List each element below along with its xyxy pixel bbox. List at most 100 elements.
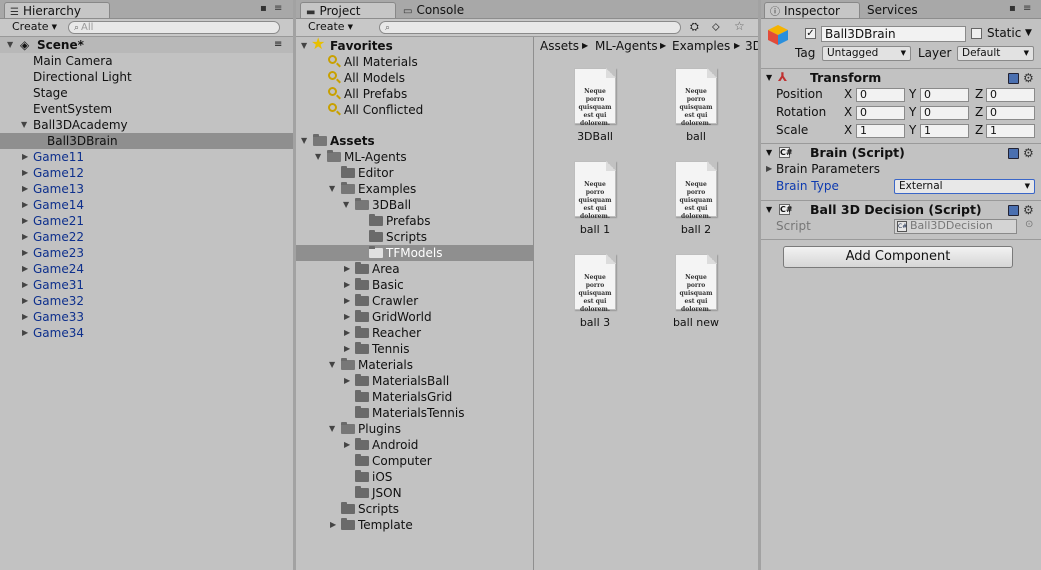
hierarchy-item[interactable]: ▼ Ball3DAcademy: [0, 117, 293, 133]
pane-divider[interactable]: [533, 37, 534, 570]
hierarchy-item-prefab[interactable]: ▶ Game12: [0, 165, 293, 181]
tree-item-crawler[interactable]: ▶ Crawler: [296, 293, 533, 309]
tree-item-examples[interactable]: ▼ Examples: [296, 181, 533, 197]
collapse-triangle-icon[interactable]: ▶: [22, 165, 28, 181]
transform-header[interactable]: ▼ ⅄ Transform ⚙: [761, 68, 1041, 87]
collapse-triangle-icon[interactable]: ▶: [22, 325, 28, 341]
hierarchy-item-prefab[interactable]: ▶ Game32: [0, 293, 293, 309]
expand-triangle-icon[interactable]: ▼: [329, 357, 335, 373]
decision-script-header[interactable]: ▼ C# Ball 3D Decision (Script) ⚙: [761, 200, 1041, 219]
static-checkbox[interactable]: [971, 28, 982, 39]
breadcrumb-item[interactable]: Examples: [672, 37, 730, 55]
favorites-header[interactable]: ▼ ★ Favorites: [296, 36, 533, 54]
tree-item-materials-tennis[interactable]: MaterialsTennis: [296, 405, 533, 421]
rotation-x-field[interactable]: 0: [856, 106, 905, 120]
component-enabled-checkbox[interactable]: C#: [779, 204, 793, 215]
hierarchy-item-prefab[interactable]: ▶ Game21: [0, 213, 293, 229]
create-button[interactable]: Create ▼: [304, 20, 357, 34]
expand-triangle-icon[interactable]: ▼: [329, 181, 335, 197]
expand-triangle-icon[interactable]: ▼: [766, 69, 772, 87]
scale-x-field[interactable]: 1: [856, 124, 905, 138]
collapse-triangle-icon[interactable]: ▶: [330, 517, 336, 533]
collapse-triangle-icon[interactable]: ▶: [344, 341, 350, 357]
search-by-label-icon[interactable]: ⬦: [712, 20, 720, 34]
scene-menu-icon[interactable]: ≡: [274, 37, 282, 53]
favorites-item[interactable]: All Models: [296, 70, 533, 86]
hierarchy-item-prefab[interactable]: ▶ Game11: [0, 149, 293, 165]
scale-z-field[interactable]: 1: [986, 124, 1035, 138]
tab-console[interactable]: ▭ Console: [398, 2, 488, 18]
static-dropdown-icon[interactable]: ▼: [1025, 28, 1032, 38]
expand-triangle-icon[interactable]: ▼: [7, 37, 13, 53]
help-book-icon[interactable]: [1008, 205, 1019, 216]
lock-menu-icon[interactable]: ▪ ≡: [1009, 3, 1033, 14]
collapse-triangle-icon[interactable]: ▶: [22, 261, 28, 277]
tab-project[interactable]: ▬ Project: [300, 2, 396, 18]
collapse-triangle-icon[interactable]: ▶: [344, 437, 350, 453]
breadcrumb-item[interactable]: ML-Agents: [595, 37, 658, 55]
tree-item-assets[interactable]: ▼ Assets: [296, 133, 533, 149]
expand-triangle-icon[interactable]: ▼: [301, 133, 307, 149]
rotation-z-field[interactable]: 0: [986, 106, 1035, 120]
hierarchy-item-prefab[interactable]: ▶ Game34: [0, 325, 293, 341]
collapse-triangle-icon[interactable]: ▶: [22, 245, 28, 261]
expand-triangle-icon[interactable]: ▼: [21, 117, 27, 133]
tree-item-reacher[interactable]: ▶ Reacher: [296, 325, 533, 341]
asset-item[interactable]: Neque porro quisquam est qui dolorem. 3D…: [555, 68, 635, 143]
hierarchy-item[interactable]: Main Camera: [0, 53, 293, 69]
collapse-triangle-icon[interactable]: ▶: [22, 181, 28, 197]
hierarchy-item-selected[interactable]: Ball3DBrain: [0, 133, 293, 149]
create-button[interactable]: Create ▼: [8, 20, 61, 34]
tree-item-area[interactable]: ▶ Area: [296, 261, 533, 277]
tree-item-android[interactable]: ▶ Android: [296, 437, 533, 453]
hierarchy-item-prefab[interactable]: ▶ Game23: [0, 245, 293, 261]
expand-triangle-icon[interactable]: ▼: [301, 38, 307, 54]
collapse-triangle-icon[interactable]: ▶: [22, 229, 28, 245]
lock-menu-icon[interactable]: ▪ ≡: [260, 3, 284, 14]
expand-triangle-icon[interactable]: ▼: [766, 201, 772, 219]
help-book-icon[interactable]: [1008, 148, 1019, 159]
layer-dropdown[interactable]: Default ▼: [957, 46, 1034, 61]
hierarchy-item[interactable]: EventSystem: [0, 101, 293, 117]
hierarchy-item[interactable]: Stage: [0, 85, 293, 101]
hierarchy-item[interactable]: Directional Light: [0, 69, 293, 85]
tree-item-editor[interactable]: Editor: [296, 165, 533, 181]
position-y-field[interactable]: 0: [920, 88, 969, 102]
tree-item-materials-ball[interactable]: ▶ MaterialsBall: [296, 373, 533, 389]
component-enabled-checkbox[interactable]: C#: [779, 147, 793, 158]
collapse-triangle-icon[interactable]: ▶: [22, 149, 28, 165]
collapse-triangle-icon[interactable]: ▶: [344, 325, 350, 341]
tree-item-3dball[interactable]: ▼ 3DBall: [296, 197, 533, 213]
asset-item[interactable]: Neque porro quisquam est qui dolorem. ba…: [656, 68, 736, 143]
rotation-y-field[interactable]: 0: [920, 106, 969, 120]
hierarchy-item-prefab[interactable]: ▶ Game13: [0, 181, 293, 197]
collapse-triangle-icon[interactable]: ▶: [344, 277, 350, 293]
tree-item-ml-agents[interactable]: ▼ ML-Agents: [296, 149, 533, 165]
hierarchy-item-prefab[interactable]: ▶ Game14: [0, 197, 293, 213]
hierarchy-item-prefab[interactable]: ▶ Game31: [0, 277, 293, 293]
object-name-field[interactable]: Ball3DBrain: [821, 26, 966, 42]
asset-item[interactable]: Neque porro quisquam est qui dolorem. ba…: [555, 161, 635, 236]
tree-item-tfmodels-selected[interactable]: TFModels: [296, 245, 533, 261]
favorites-item[interactable]: All Materials: [296, 54, 533, 70]
breadcrumb-item[interactable]: 3D: [745, 37, 758, 55]
position-x-field[interactable]: 0: [856, 88, 905, 102]
expand-triangle-icon[interactable]: ▼: [315, 149, 321, 165]
tree-item-basic[interactable]: ▶ Basic: [296, 277, 533, 293]
tree-item-materials-grid[interactable]: MaterialsGrid: [296, 389, 533, 405]
tree-item-scripts[interactable]: Scripts: [296, 229, 533, 245]
scene-row[interactable]: ▼ ◈ Scene* ≡: [0, 37, 293, 53]
asset-item[interactable]: Neque porro quisquam est qui dolorem. ba…: [555, 254, 635, 329]
collapse-triangle-icon[interactable]: ▶: [22, 197, 28, 213]
search-by-type-icon[interactable]: ⛭: [690, 20, 699, 34]
asset-item[interactable]: Neque porro quisquam est qui dolorem. ba…: [656, 161, 736, 236]
collapse-triangle-icon[interactable]: ▶: [22, 213, 28, 229]
tab-hierarchy[interactable]: ☰ Hierarchy: [4, 2, 110, 18]
collapse-triangle-icon[interactable]: ▶: [344, 293, 350, 309]
tree-item-gridworld[interactable]: ▶ GridWorld: [296, 309, 533, 325]
search-input[interactable]: ⌕ All: [68, 21, 280, 34]
gear-icon[interactable]: ⚙: [1023, 69, 1034, 87]
asset-item[interactable]: Neque porro quisquam est qui dolorem. ba…: [656, 254, 736, 329]
tab-services[interactable]: Services: [862, 2, 942, 18]
tab-inspector[interactable]: ⓘ Inspector: [764, 2, 860, 18]
